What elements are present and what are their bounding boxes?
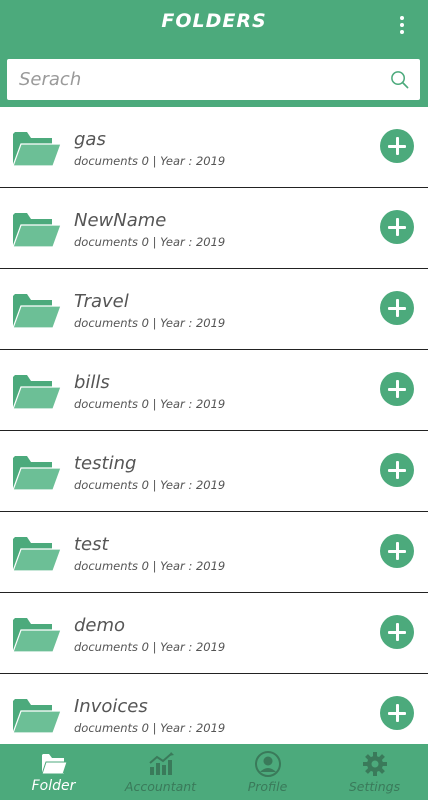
folder-meta: documents 0 | Year : 2019 [74, 640, 226, 654]
folder-icon [12, 456, 62, 491]
folder-row[interactable]: test documents 0 | Year : 2019 [0, 512, 428, 593]
folder-name: bills [74, 372, 110, 393]
add-button[interactable] [380, 534, 414, 568]
add-button[interactable] [380, 453, 414, 487]
folder-row[interactable]: NewName documents 0 | Year : 2019 [0, 188, 428, 269]
folder-meta: documents 0 | Year : 2019 [74, 397, 226, 411]
folder-icon [12, 132, 62, 167]
folder-icon [12, 375, 62, 410]
folder-row[interactable]: demo documents 0 | Year : 2019 [0, 593, 428, 674]
folder-meta: documents 0 | Year : 2019 [74, 559, 226, 573]
more-vert-icon[interactable] [394, 14, 410, 36]
add-button[interactable] [380, 696, 414, 730]
search-icon[interactable] [390, 70, 409, 89]
nav-label: Accountant [124, 779, 197, 794]
folder-icon [40, 754, 68, 775]
add-button[interactable] [380, 129, 414, 163]
nav-label: Settings [348, 779, 401, 794]
folder-list: gas documents 0 | Year : 2019 NewName do… [0, 107, 428, 744]
folder-name: Travel [74, 291, 129, 312]
folder-row[interactable]: testing documents 0 | Year : 2019 [0, 431, 428, 512]
folder-icon [12, 213, 62, 248]
folder-meta: documents 0 | Year : 2019 [74, 235, 226, 249]
add-button[interactable] [380, 372, 414, 406]
search-input[interactable] [19, 59, 379, 100]
add-button[interactable] [380, 210, 414, 244]
folder-meta: documents 0 | Year : 2019 [74, 478, 226, 492]
folder-meta: documents 0 | Year : 2019 [74, 721, 226, 735]
user-icon [254, 751, 281, 777]
gear-icon [362, 752, 387, 776]
nav-folder[interactable]: Folder [0, 744, 107, 800]
add-button[interactable] [380, 291, 414, 325]
nav-label: Profile [247, 779, 288, 794]
nav-settings[interactable]: Settings [321, 744, 428, 800]
folder-name: demo [74, 615, 126, 636]
folder-icon [12, 294, 62, 329]
folder-icon [12, 537, 62, 572]
chart-icon [148, 752, 174, 775]
app-header: FOLDERS [0, 0, 428, 107]
folder-row[interactable]: bills documents 0 | Year : 2019 [0, 350, 428, 431]
folder-meta: documents 0 | Year : 2019 [74, 316, 226, 330]
folder-meta: documents 0 | Year : 2019 [74, 154, 226, 168]
folder-name: gas [74, 129, 106, 150]
folder-icon [12, 618, 62, 653]
folder-icon [12, 699, 62, 734]
folder-row[interactable]: Invoices documents 0 | Year : 2019 [0, 674, 428, 744]
folder-name: NewName [74, 210, 167, 231]
nav-profile[interactable]: Profile [214, 744, 321, 800]
folder-row[interactable]: Travel documents 0 | Year : 2019 [0, 269, 428, 350]
folder-name: Invoices [74, 696, 148, 717]
bottom-nav: Folder Accountant Profile Settings [0, 744, 428, 800]
add-button[interactable] [380, 615, 414, 649]
search-bar [7, 59, 420, 100]
folder-row[interactable]: gas documents 0 | Year : 2019 [0, 107, 428, 188]
nav-accountant[interactable]: Accountant [107, 744, 214, 800]
page-title: FOLDERS [161, 10, 267, 32]
nav-label: Folder [31, 778, 76, 794]
folder-name: test [74, 534, 109, 555]
folder-name: testing [74, 453, 137, 474]
